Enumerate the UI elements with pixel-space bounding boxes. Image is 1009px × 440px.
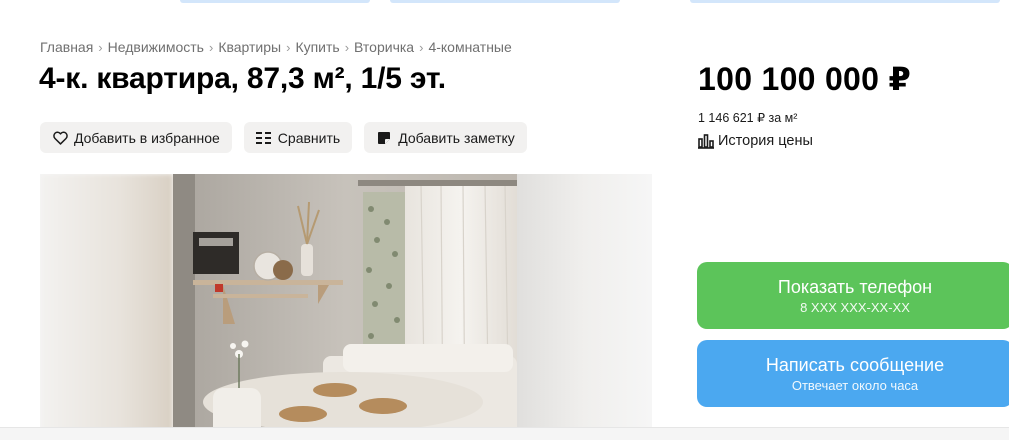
price-history-link[interactable]: История цены [698, 133, 813, 149]
bar-chart-icon [698, 133, 714, 149]
photo-gallery[interactable] [40, 174, 652, 440]
gallery-blur-right [517, 174, 652, 440]
gallery-blur-left [40, 174, 173, 440]
breadcrumb-separator: › [344, 39, 350, 55]
show-phone-button[interactable]: Показать телефон 8 XXX XXX-XX-XX [697, 262, 1009, 329]
masked-phone-number: 8 XXX XXX-XX-XX [800, 299, 910, 315]
breadcrumb-separator: › [419, 39, 424, 55]
breadcrumb-apartments[interactable]: Квартиры [218, 39, 281, 55]
listing-photo[interactable] [173, 174, 517, 440]
price-per-square-meter: 1 146 621 ₽ за м² [698, 111, 798, 125]
top-nav-segment [690, 0, 1000, 3]
add-to-favorites-label: Добавить в избранное [74, 129, 220, 146]
top-nav-segment [390, 0, 620, 3]
breadcrumb-separator: › [98, 39, 103, 55]
response-time-label: Отвечает около часа [791, 377, 919, 393]
write-message-label: Написать сообщение [765, 354, 945, 375]
note-icon [376, 130, 392, 146]
breadcrumb-4-rooms[interactable]: 4-комнатные [428, 39, 511, 55]
add-to-favorites-button[interactable]: Добавить в избранное [40, 122, 232, 153]
breadcrumb-buy[interactable]: Купить [295, 39, 339, 55]
breadcrumb-real-estate[interactable]: Недвижимость [108, 39, 204, 55]
breadcrumb-separator: › [286, 39, 291, 55]
top-nav-segment [180, 0, 370, 3]
compare-button[interactable]: Сравнить [243, 122, 353, 153]
bottom-scroll-area [0, 427, 1009, 440]
write-message-button[interactable]: Написать сообщение Отвечает около часа [697, 340, 1009, 407]
add-note-label: Добавить заметку [398, 129, 515, 146]
breadcrumb-home[interactable]: Главная [40, 39, 93, 55]
compare-label: Сравнить [277, 129, 341, 146]
compare-icon [256, 130, 272, 146]
top-nav-strip [0, 0, 1009, 6]
add-note-button[interactable]: Добавить заметку [364, 122, 527, 153]
breadcrumb-separator: › [208, 39, 214, 55]
breadcrumb: Главная › Недвижимость › Квартиры › Купи… [40, 39, 512, 55]
listing-actions: Добавить в избранное Сравнить Добавить з… [40, 122, 527, 153]
listing-price: 100 100 000 ₽ [698, 61, 912, 97]
price-history-label: История цены [718, 133, 813, 149]
heart-icon [52, 130, 68, 146]
breadcrumb-secondary[interactable]: Вторичка [354, 39, 414, 55]
listing-title: 4-к. квартира, 87,3 м², 1/5 эт. [39, 62, 446, 95]
show-phone-label: Показать телефон [777, 276, 933, 297]
